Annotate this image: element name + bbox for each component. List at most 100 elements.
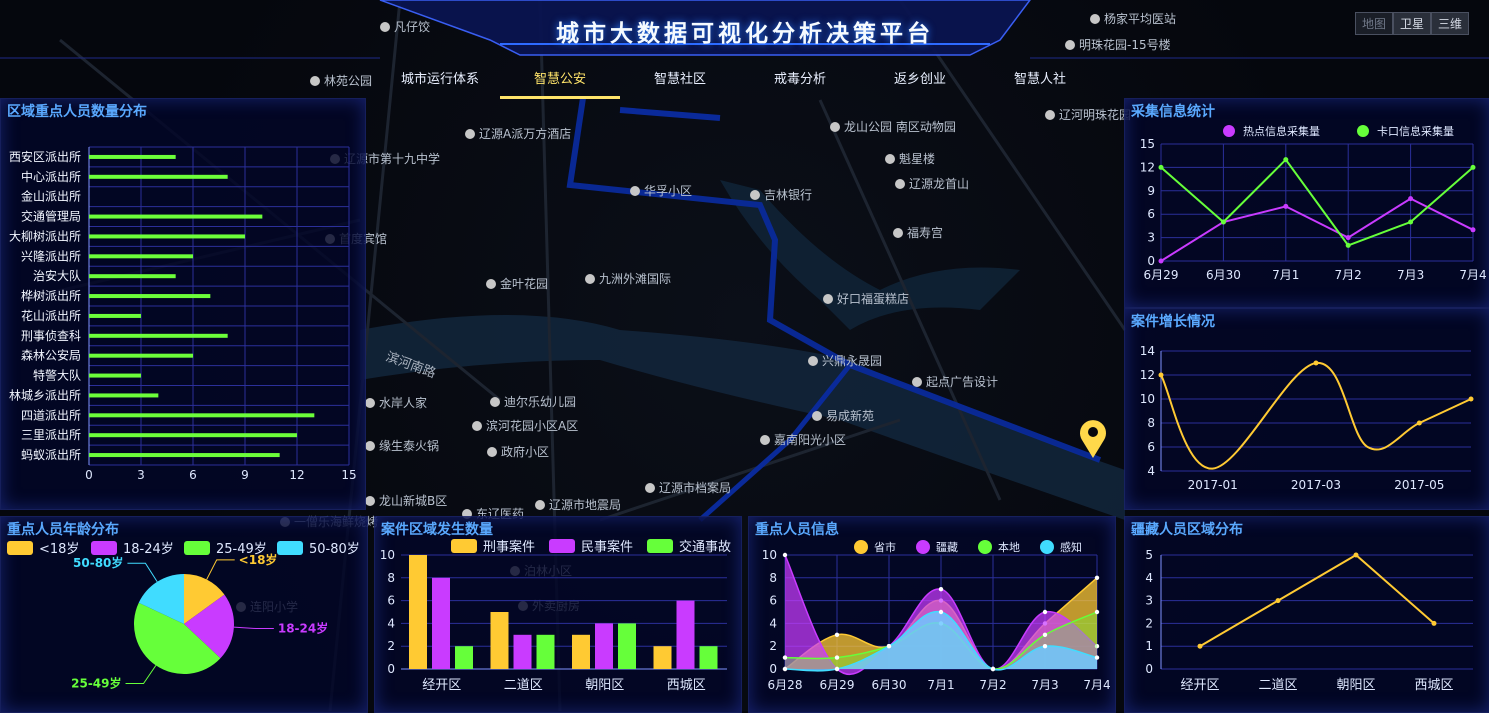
- data-point: [1345, 235, 1351, 241]
- tab-return-entrepreneurship[interactable]: 返乡创业: [860, 70, 980, 96]
- map-poi[interactable]: 金叶花园: [486, 275, 548, 292]
- map-poi[interactable]: 辽源市档案局: [645, 479, 731, 496]
- data-point: [1042, 609, 1048, 615]
- map-poi[interactable]: 辽河明珠花园: [1045, 106, 1131, 123]
- map-poi[interactable]: 水岸人家: [365, 394, 427, 411]
- xinjiang-line-chart: 0 1 2 3 4 5 经开区 二道区 朝阳区 西城区: [1145, 548, 1473, 693]
- map-poi[interactable]: 龙山公园 南区动物园: [830, 118, 956, 135]
- tab-smart-police[interactable]: 智慧公安: [500, 70, 620, 99]
- y-tick-label: 3: [1145, 594, 1153, 608]
- x-tick-label: 6月29: [820, 678, 855, 692]
- x-tick-label: 西城区: [667, 678, 706, 693]
- map-poi[interactable]: 华孚小区: [630, 182, 692, 199]
- map-poi[interactable]: 易成新苑: [812, 407, 874, 424]
- y-tick-label: 金山派出所: [21, 189, 81, 204]
- data-point: [1431, 620, 1437, 626]
- legend-label: 交通事故: [679, 539, 731, 555]
- tab-city-operation[interactable]: 城市运行体系: [380, 70, 500, 96]
- data-point: [886, 644, 892, 649]
- x-tick-label: 3: [137, 468, 145, 482]
- y-tick-label: 刑事侦查科: [21, 329, 81, 343]
- map-poi[interactable]: 辽源龙首山: [895, 175, 969, 192]
- x-tick-label: 6月30: [872, 678, 907, 692]
- map-poi[interactable]: 好口福蛋糕店: [823, 290, 909, 307]
- legend-swatch: [916, 540, 930, 554]
- x-tick-label: 9: [241, 468, 249, 482]
- map-poi[interactable]: 龙山新城B区: [365, 492, 447, 509]
- tab-smart-hr[interactable]: 智慧人社: [980, 70, 1100, 96]
- tab-drug-analysis[interactable]: 戒毒分析: [740, 70, 860, 96]
- x-tick-label: 12: [289, 468, 304, 482]
- bar: [618, 623, 636, 669]
- map-mode-map[interactable]: 地图: [1355, 12, 1394, 35]
- map-poi[interactable]: 九洲外滩国际: [585, 270, 671, 287]
- x-tick-label: 西城区: [1414, 678, 1453, 693]
- map-poi[interactable]: 政府小区: [487, 443, 549, 460]
- map-poi[interactable]: 吉林银行: [750, 186, 812, 203]
- map-poi[interactable]: 兴鼎永晟园: [808, 352, 882, 369]
- legend-label: 感知: [1060, 540, 1082, 554]
- map-poi[interactable]: 辽源A派万方酒店: [465, 125, 571, 142]
- map-poi[interactable]: 起点广告设计: [912, 373, 998, 390]
- top-nav: 城市运行体系 智慧公安 智慧社区 戒毒分析 返乡创业 智慧人社: [380, 70, 1100, 99]
- data-point: [1470, 164, 1476, 170]
- legend-label: 刑事案件: [483, 540, 535, 555]
- data-point: [1353, 552, 1359, 558]
- legend-label: 热点信息采集量: [1243, 124, 1320, 138]
- bar: [89, 254, 193, 259]
- bar: [89, 154, 176, 159]
- x-tick-label: 7月2: [979, 678, 1006, 692]
- map-poi[interactable]: 魁星楼: [885, 150, 935, 167]
- panel-growth: 案件增长情况 4 6 8 10 12 14 2017-01 2017-03 2017-05: [1124, 308, 1489, 510]
- legend-label: 省市: [874, 540, 896, 554]
- panel-people: 重点人员信息 省市 疆藏 本地 感知 0 2 4 6 8 10 6月28 6月29 6月30 7月1 7月2…: [748, 516, 1116, 713]
- data-point: [1094, 655, 1100, 660]
- y-tick-label: 治安大队: [33, 268, 81, 283]
- data-point: [1275, 598, 1281, 604]
- panel-cases: 案件区域发生数量 刑事案件 民事案件 交通事故 0 2 4 6 8 10 经开区 二道区 朝阳区 西城区: [374, 516, 742, 713]
- x-tick-label: 7月3: [1031, 678, 1058, 692]
- data-point: [1470, 227, 1476, 233]
- x-tick-label: 6月29: [1144, 268, 1179, 282]
- map-mode-satellite[interactable]: 卫星: [1393, 12, 1432, 35]
- bar: [409, 555, 427, 669]
- slice-label: 50-80岁: [73, 555, 123, 570]
- page-title: 城市大数据可视化分析决策平台: [556, 21, 934, 47]
- map-poi[interactable]: 迪尔乐幼儿园: [490, 393, 576, 410]
- legend-swatch: [978, 540, 992, 554]
- y-tick-label: 8: [769, 571, 777, 585]
- x-tick-label: 2017-01: [1188, 478, 1238, 492]
- legend-swatch: [1040, 540, 1054, 554]
- legend-swatch: [1223, 125, 1235, 137]
- data-point: [1345, 242, 1351, 248]
- bar: [89, 453, 280, 458]
- map-poi[interactable]: 嘉南阳光小区: [760, 431, 846, 448]
- y-tick-label: 10: [380, 548, 395, 562]
- x-tick-label: 15: [341, 468, 356, 482]
- map-poi[interactable]: 福寿宫: [893, 224, 943, 241]
- x-tick-label: 6月30: [1206, 268, 1241, 282]
- map-poi[interactable]: 缘生泰火锅: [365, 437, 439, 454]
- y-tick-label: 15: [1140, 137, 1155, 151]
- bar: [455, 646, 473, 669]
- data-point: [834, 666, 840, 672]
- x-tick-label: 7月2: [1335, 268, 1362, 282]
- x-tick-label: 朝阳区: [1336, 678, 1375, 693]
- y-tick-label: 森林公安局: [21, 348, 81, 363]
- map-mode-3d[interactable]: 三维: [1431, 12, 1470, 35]
- legend-label: 卡口信息采集量: [1377, 124, 1454, 138]
- y-tick-label: 四道派出所: [21, 408, 81, 422]
- map-poi[interactable]: 滨河花园小区A区: [472, 417, 578, 434]
- data-point: [782, 552, 788, 558]
- legend-swatch: [184, 541, 210, 555]
- bar: [595, 623, 613, 669]
- slice-label: <18岁: [239, 552, 278, 567]
- tab-smart-community[interactable]: 智慧社区: [620, 70, 740, 96]
- map-poi[interactable]: 辽源市地震局: [535, 496, 621, 513]
- y-tick-label: 大柳树派出所: [9, 228, 81, 243]
- cases-bar-chart: 刑事案件 民事案件 交通事故 0 2 4 6 8 10 经开区 二道区 朝阳区 西城区: [380, 539, 731, 693]
- y-tick-label: 兴隆派出所: [21, 248, 81, 263]
- x-tick-label: 经开区: [422, 678, 461, 693]
- legend-swatch: [91, 541, 117, 555]
- y-tick-label: 2: [1145, 616, 1153, 630]
